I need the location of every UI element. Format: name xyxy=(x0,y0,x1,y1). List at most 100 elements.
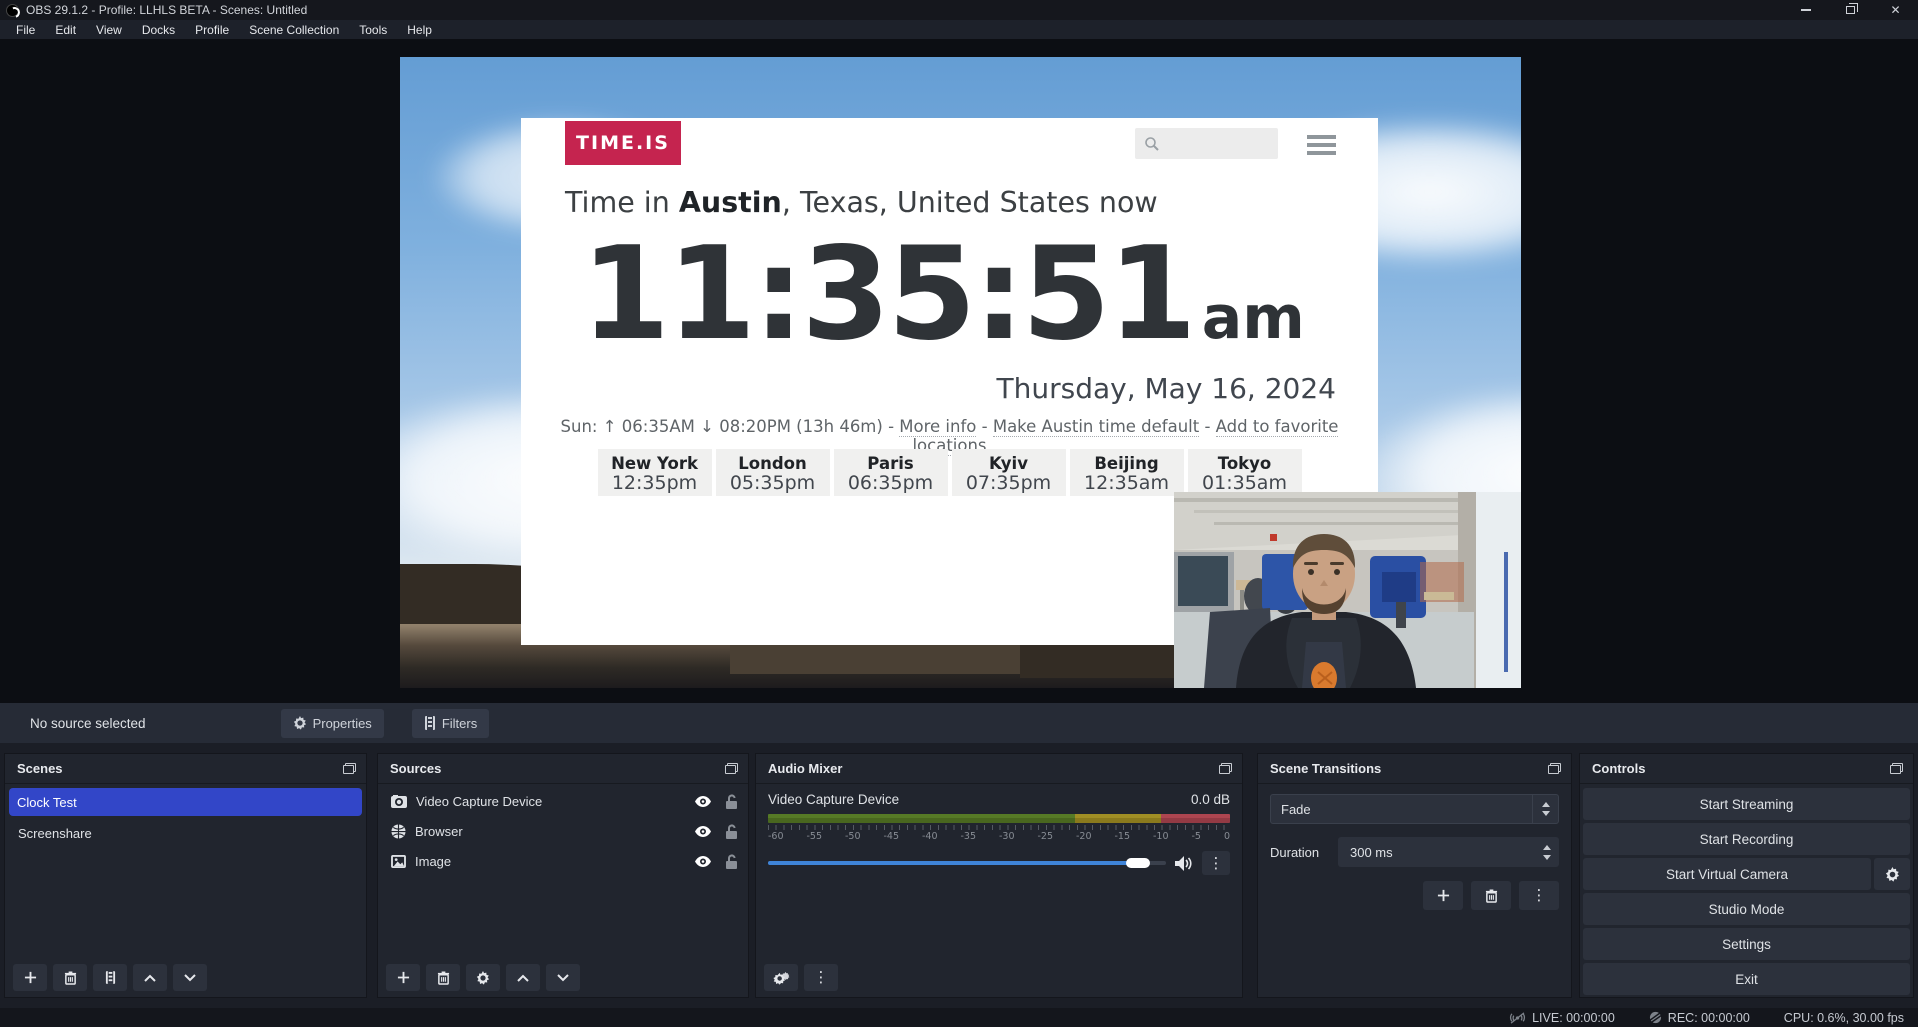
scene-item-clock-test[interactable]: Clock Test xyxy=(9,788,362,816)
program-canvas[interactable]: TIME.IS Time in Austin, Texas, United St… xyxy=(400,57,1521,688)
popout-icon[interactable] xyxy=(1890,763,1903,774)
remove-source-button[interactable] xyxy=(426,964,460,991)
popout-icon[interactable] xyxy=(1548,763,1561,774)
controls-title: Controls xyxy=(1592,761,1890,776)
scene-item-screenshare[interactable]: Screenshare xyxy=(9,820,362,846)
transition-select-arrows[interactable] xyxy=(1532,795,1558,823)
visibility-eye-icon[interactable] xyxy=(694,856,712,867)
virtual-camera-settings-button[interactable] xyxy=(1874,858,1910,890)
menu-file[interactable]: File xyxy=(6,20,45,39)
image-icon xyxy=(391,855,406,868)
scenes-list: Clock Test Screenshare xyxy=(5,788,366,846)
menu-tools[interactable]: Tools xyxy=(349,20,397,39)
hamburger-menu-icon[interactable] xyxy=(1307,135,1336,159)
studio-mode-button[interactable]: Studio Mode xyxy=(1583,893,1910,925)
remove-scene-button[interactable] xyxy=(53,964,87,991)
webcam-overlay[interactable] xyxy=(1174,492,1521,688)
start-streaming-button[interactable]: Start Streaming xyxy=(1583,788,1910,820)
source-down-button[interactable] xyxy=(546,964,580,991)
menu-edit[interactable]: Edit xyxy=(45,20,86,39)
sources-title: Sources xyxy=(390,761,725,776)
separator: - xyxy=(1199,417,1215,436)
timeis-logo[interactable]: TIME.IS xyxy=(565,121,681,165)
cpu-fps-status: CPU: 0.6%, 30.00 fps xyxy=(1784,1011,1904,1025)
mixer-channel-menu-button[interactable]: ⋮ xyxy=(1202,851,1230,875)
make-default-link[interactable]: Make Austin time default xyxy=(993,417,1199,437)
add-source-button[interactable] xyxy=(386,964,420,991)
filters-button[interactable]: Filters xyxy=(412,709,489,738)
filter-icon xyxy=(424,716,436,730)
source-label: Browser xyxy=(415,824,685,839)
controls-dock: Controls Start Streaming Start Recording… xyxy=(1579,753,1914,998)
remove-transition-button[interactable] xyxy=(1471,881,1511,910)
scenes-dock-header: Scenes xyxy=(5,754,366,784)
close-button[interactable]: ✕ xyxy=(1873,0,1918,20)
advanced-audio-button[interactable] xyxy=(764,964,798,991)
lock-icon[interactable] xyxy=(725,824,738,839)
add-scene-button[interactable] xyxy=(13,964,47,991)
duration-spin-arrows[interactable] xyxy=(1535,845,1559,860)
more-info-link[interactable]: More info xyxy=(899,417,976,437)
start-recording-button[interactable]: Start Recording xyxy=(1583,823,1910,855)
window-title: OBS 29.1.2 - Profile: LLHLS BETA - Scene… xyxy=(26,3,307,17)
properties-label: Properties xyxy=(313,716,372,731)
source-image[interactable]: Image xyxy=(378,848,748,874)
scene-transitions-dock: Scene Transitions Fade Duration 300 ms ⋮ xyxy=(1257,753,1572,998)
menu-help[interactable]: Help xyxy=(397,20,442,39)
lock-icon[interactable] xyxy=(725,794,738,809)
exit-button[interactable]: Exit xyxy=(1583,963,1910,995)
maximize-button[interactable] xyxy=(1828,0,1873,20)
city-beijing[interactable]: Beijing12:35am xyxy=(1070,449,1184,496)
visibility-eye-icon[interactable] xyxy=(694,826,712,837)
speaker-icon[interactable] xyxy=(1175,856,1193,871)
source-browser[interactable]: Browser xyxy=(378,818,748,844)
source-up-button[interactable] xyxy=(506,964,540,991)
add-transition-button[interactable] xyxy=(1423,881,1463,910)
popout-icon[interactable] xyxy=(725,763,738,774)
live-timer: LIVE: 00:00:00 xyxy=(1532,1011,1615,1025)
sun-times: Sun: ↑ 06:35AM ↓ 08:20PM (13h 46m) - xyxy=(561,417,900,436)
cpu-fps-text: CPU: 0.6%, 30.00 fps xyxy=(1784,1011,1904,1025)
scene-down-button[interactable] xyxy=(173,964,207,991)
titlebar: OBS 29.1.2 - Profile: LLHLS BETA - Scene… xyxy=(0,0,1918,20)
source-properties-button[interactable] xyxy=(466,964,500,991)
search-input[interactable] xyxy=(1135,128,1278,159)
scene-filters-button[interactable] xyxy=(93,964,127,991)
menu-view[interactable]: View xyxy=(86,20,132,39)
menu-profile[interactable]: Profile xyxy=(185,20,239,39)
city-newyork[interactable]: New York12:35pm xyxy=(598,449,712,496)
source-video-capture[interactable]: Video Capture Device xyxy=(378,788,748,814)
mixer-menu-button[interactable]: ⋮ xyxy=(804,964,838,991)
volume-slider-handle[interactable] xyxy=(1126,858,1150,868)
menu-scene-collection[interactable]: Scene Collection xyxy=(239,20,349,39)
properties-button[interactable]: Properties xyxy=(281,709,384,738)
source-label: Video Capture Device xyxy=(416,794,685,809)
popout-icon[interactable] xyxy=(1219,763,1232,774)
menu-docks[interactable]: Docks xyxy=(132,20,185,39)
camera-icon xyxy=(391,795,407,808)
volume-slider[interactable] xyxy=(768,861,1166,865)
no-source-status: No source selected xyxy=(30,716,146,731)
controls-dock-header: Controls xyxy=(1580,754,1913,784)
city-paris[interactable]: Paris06:35pm xyxy=(834,449,948,496)
duration-spinbox[interactable]: 300 ms xyxy=(1338,837,1559,867)
globe-icon xyxy=(391,824,406,839)
popout-icon[interactable] xyxy=(343,763,356,774)
start-virtual-camera-button[interactable]: Start Virtual Camera xyxy=(1583,858,1871,890)
scene-up-button[interactable] xyxy=(133,964,167,991)
lock-icon[interactable] xyxy=(725,854,738,869)
city-tokyo[interactable]: Tokyo01:35am xyxy=(1188,449,1302,496)
preview-area[interactable]: TIME.IS Time in Austin, Texas, United St… xyxy=(0,39,1918,703)
city-kyiv[interactable]: Kyiv07:35pm xyxy=(952,449,1066,496)
mixer-toolbar: ⋮ xyxy=(764,964,838,991)
duration-label: Duration xyxy=(1270,845,1328,860)
transition-select[interactable]: Fade xyxy=(1270,794,1559,824)
transition-menu-button[interactable]: ⋮ xyxy=(1519,881,1559,910)
obs-logo-icon xyxy=(6,4,19,17)
duration-value: 300 ms xyxy=(1338,845,1535,860)
minimize-button[interactable] xyxy=(1783,0,1828,20)
city-london[interactable]: London05:35pm xyxy=(716,449,830,496)
live-status: LIVE: 00:00:00 xyxy=(1509,1011,1615,1025)
settings-button[interactable]: Settings xyxy=(1583,928,1910,960)
visibility-eye-icon[interactable] xyxy=(694,796,712,807)
